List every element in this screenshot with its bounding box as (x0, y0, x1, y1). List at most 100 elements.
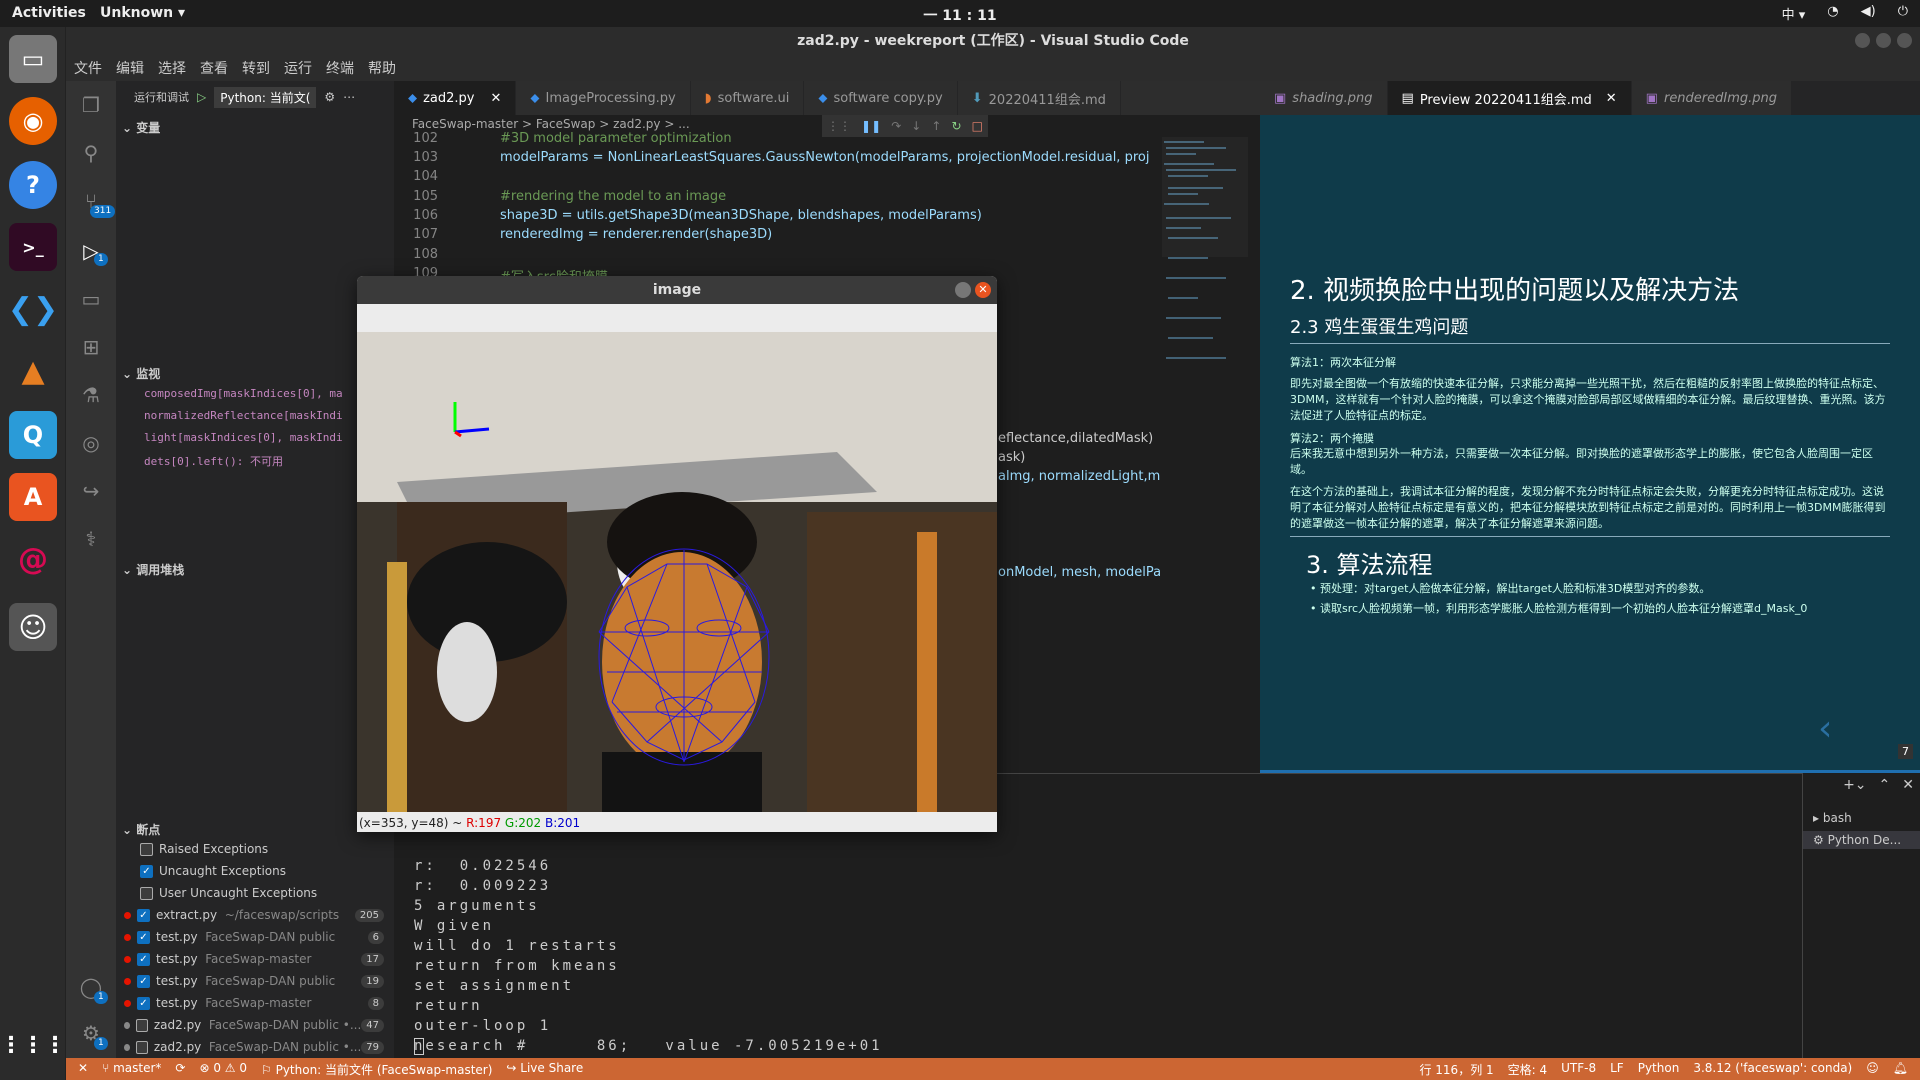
language-mode[interactable]: Python (1638, 1061, 1680, 1078)
files-icon[interactable]: ▭ (9, 35, 57, 83)
firefox-icon[interactable]: ◉ (9, 97, 57, 145)
minimize-button[interactable] (1855, 33, 1870, 48)
ime-indicator[interactable]: 中 ▾ (1782, 4, 1806, 23)
step-into-icon[interactable]: ↓ (911, 119, 921, 133)
debug-settings-icon[interactable]: ⚙ (324, 90, 335, 104)
tab-markdown[interactable]: ⬇ 20220411组会.md (957, 81, 1121, 115)
tab-preview[interactable]: ▤ Preview 20220411组会.md ✕ (1387, 81, 1632, 115)
checkbox[interactable]: ✓ (140, 864, 153, 878)
power-icon[interactable]: ⏻ (1898, 4, 1908, 23)
close-tab-icon[interactable]: ✕ (491, 91, 502, 106)
minimize-button[interactable] (955, 282, 971, 298)
testing-icon[interactable]: ⚗ (79, 383, 103, 407)
python-interpreter[interactable]: 3.8.12 ('faceswap': conda) (1693, 1061, 1852, 1078)
tab-software-ui[interactable]: ◗ software.ui (690, 81, 805, 115)
checkbox[interactable]: ✓ (137, 930, 150, 944)
system-tray[interactable]: 中 ▾ ◔ ◀) ⏻ (1782, 4, 1908, 23)
watch-item[interactable]: dets[0].left(): 不可用 (144, 453, 283, 469)
sync-icon[interactable]: ⟳ (175, 1061, 185, 1078)
qq-icon[interactable]: Q (9, 411, 57, 459)
checkbox[interactable] (140, 842, 153, 856)
start-debug-button[interactable]: ▷ (197, 90, 206, 104)
stop-icon[interactable]: □ (972, 119, 983, 133)
tab-shading[interactable]: ▣ shading.png (1260, 81, 1388, 115)
vscode-icon[interactable]: ❮❯ (8, 285, 58, 333)
breakpoint-row[interactable]: ✓ test.py FaceSwap-DAN public 6 (116, 926, 394, 948)
github-icon[interactable]: ◎ (79, 431, 103, 455)
python-icon[interactable]: ⚕ (79, 527, 103, 551)
tab-zad2[interactable]: ⬥ zad2.py ✕ (394, 81, 517, 115)
checkbox[interactable] (136, 1040, 148, 1054)
breakpoint-row[interactable]: ✓ extract.py ~/faceswap/scripts 205 (116, 904, 394, 926)
breadcrumb[interactable]: FaceSwap-master > FaceSwap > zad2.py > .… (412, 117, 690, 131)
bp-option[interactable]: ✓ Uncaught Exceptions (116, 860, 394, 882)
checkbox[interactable] (140, 886, 153, 900)
explorer-icon[interactable]: ❐ (79, 93, 103, 117)
callstack-section-header[interactable]: ⌄ 调用堆栈 (116, 561, 394, 578)
image-window[interactable]: image ✕ (x=353, y=48) ~ R:197 G:202 B:20… (357, 276, 997, 832)
menu-selection[interactable]: 选择 (158, 58, 186, 78)
menu-help[interactable]: 帮助 (368, 58, 396, 78)
minimap[interactable] (1162, 137, 1248, 467)
checkbox[interactable]: ✓ (137, 996, 150, 1010)
tab-software-copy[interactable]: ⬥ software copy.py (804, 81, 958, 115)
tab-renderedimg[interactable]: ▣ renderedImg.png (1631, 81, 1793, 115)
cursor-position[interactable]: 行 116，列 1 (1419, 1061, 1493, 1078)
indentation[interactable]: 空格: 4 (1508, 1061, 1548, 1078)
breakpoint-row[interactable]: ✓ test.py FaceSwap-master 17 (116, 948, 394, 970)
notifications-icon[interactable]: 🔔︎ (1893, 1061, 1908, 1078)
checkbox[interactable]: ✓ (137, 952, 150, 966)
software-center-icon[interactable]: A (9, 473, 57, 521)
live-share-icon[interactable]: ↪ (79, 479, 103, 503)
git-branch[interactable]: ⑂ master* (102, 1061, 161, 1078)
menu-run[interactable]: 运行 (284, 58, 312, 78)
live-share-button[interactable]: ↪ Live Share (506, 1061, 583, 1078)
checkbox[interactable]: ✓ (137, 908, 150, 922)
remote-icon[interactable]: ✕ (78, 1061, 88, 1078)
maximize-button[interactable] (1876, 33, 1891, 48)
breakpoint-row[interactable]: ✓ test.py FaceSwap-DAN public 19 (116, 970, 394, 992)
close-button[interactable] (1897, 33, 1912, 48)
close-tab-icon[interactable]: ✕ (1606, 91, 1617, 106)
watch-item[interactable]: light[maskIndices[0], maskIndi (144, 431, 343, 444)
bp-option[interactable]: Raised Exceptions (116, 838, 394, 860)
help-icon[interactable]: ? (9, 161, 57, 209)
new-terminal-icon[interactable]: +⌄ (1843, 777, 1866, 793)
breakpoint-row[interactable]: zad2.py FaceSwap-DAN public •... 47 (116, 1014, 394, 1036)
line-ending[interactable]: LF (1610, 1061, 1624, 1078)
terminal-item-bash[interactable]: ▸ bash (1813, 811, 1852, 825)
activities-button[interactable]: Activities (12, 5, 86, 21)
more-icon[interactable]: ⋯ (343, 90, 355, 104)
menu-go[interactable]: 转到 (242, 58, 270, 78)
checkbox[interactable]: ✓ (137, 974, 150, 988)
show-apps-icon[interactable]: ⋮⋮⋮ (0, 1021, 66, 1069)
breakpoints-section-header[interactable]: ⌄ 断点 (116, 821, 394, 838)
clock[interactable]: 一 11 : 11 (923, 5, 996, 25)
breakpoint-row[interactable]: ✓ test.py FaceSwap-master 8 (116, 992, 394, 1014)
menu-view[interactable]: 查看 (200, 58, 228, 78)
matlab-icon[interactable]: ▲ (9, 347, 57, 395)
encoding[interactable]: UTF-8 (1561, 1061, 1596, 1078)
debian-swirl-icon[interactable]: @ (9, 535, 57, 583)
terminal-icon[interactable]: >_ (9, 223, 57, 271)
restart-icon[interactable]: ↻ (951, 119, 961, 133)
variables-section-header[interactable]: ⌄ 变量 (116, 119, 394, 136)
maximize-panel-icon[interactable]: ⌃ (1879, 777, 1891, 793)
watch-item[interactable]: composedImg[maskIndices[0], ma (144, 387, 343, 400)
close-panel-icon[interactable]: ✕ (1902, 777, 1914, 793)
watch-section-header[interactable]: ⌄ 监视 (116, 365, 394, 382)
volume-icon[interactable]: ◀) (1861, 4, 1876, 23)
terminal-item-python[interactable]: ⚙ Python De... (1803, 831, 1920, 849)
menu-file[interactable]: 文件 (74, 58, 102, 78)
menu-edit[interactable]: 编辑 (116, 58, 144, 78)
checkbox[interactable] (136, 1018, 148, 1032)
watch-item[interactable]: normalizedReflectance[maskIndi (144, 409, 343, 422)
remote-explorer-icon[interactable]: ▭ (79, 287, 103, 311)
tab-imageprocessing[interactable]: ⬥ ImageProcessing.py (516, 81, 691, 115)
app-menu[interactable]: Unknown ▾ (100, 5, 185, 21)
drag-handle-icon[interactable]: ⋮⋮ (827, 119, 851, 133)
close-button[interactable]: ✕ (975, 282, 991, 298)
image-window-titlebar[interactable]: image ✕ (357, 276, 997, 304)
prev-slide-icon[interactable]: ‹ (1818, 708, 1832, 749)
extensions-icon[interactable]: ⊞ (79, 335, 103, 359)
